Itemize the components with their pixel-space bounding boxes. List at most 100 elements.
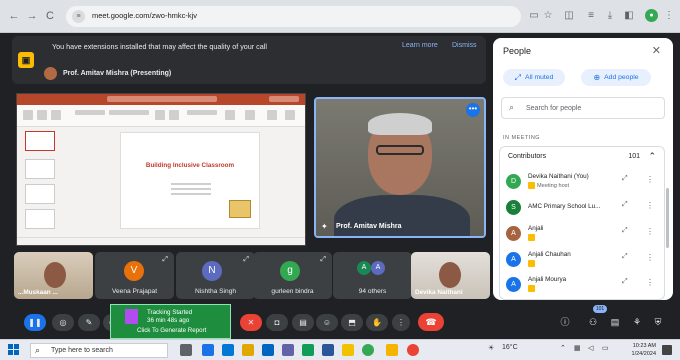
captions-icon[interactable]: ▤ [292, 314, 314, 331]
weather-icon[interactable]: ☀ [488, 344, 494, 352]
taskbar-search-placeholder: Type here to search [51, 347, 113, 354]
participant-name: Nishtha Singh [194, 288, 237, 295]
camera-icon[interactable]: ◘ [266, 314, 288, 331]
add-person-icon: ⊕ [593, 73, 601, 82]
host-badge-icon [528, 182, 535, 189]
profile-avatar[interactable]: ● [645, 9, 658, 22]
menu-icon[interactable]: ⋮ [662, 9, 676, 23]
more-options-icon[interactable]: ⋮ [646, 175, 654, 184]
add-people-button[interactable]: ⊕ Add people [581, 69, 651, 86]
emoji-icon[interactable]: ☺ [316, 314, 338, 331]
reload-icon[interactable]: C [42, 8, 58, 24]
weather-temp[interactable]: 16°C [502, 344, 518, 351]
mic-off-icon[interactable]: ⤢ [622, 253, 628, 261]
person-row[interactable]: S AMC Primary School Lu... ⤢ ⋮ [506, 197, 656, 221]
all-muted-button[interactable]: ⤢ All muted [503, 69, 565, 86]
network-icon[interactable]: ▦ [574, 344, 581, 352]
person-row[interactable]: A Anjali ⤢ ⋮ [506, 223, 656, 247]
others-tile[interactable]: A A 94 others [333, 252, 412, 299]
site-info-icon[interactable]: ≡ [72, 10, 85, 23]
app-icon[interactable] [342, 344, 354, 356]
raise-hand-icon[interactable]: ✋ [366, 314, 388, 331]
forward-icon[interactable]: → [24, 8, 40, 24]
close-icon[interactable]: ✕ [652, 44, 661, 57]
chat-icon[interactable]: ▤ [607, 314, 623, 330]
activities-icon[interactable]: ⚘ [629, 314, 645, 330]
more-options-icon[interactable]: ⋮ [392, 314, 410, 331]
volume-icon[interactable]: ◁ [588, 344, 593, 352]
battery-icon[interactable]: ▭ [602, 344, 609, 352]
host-controls-icon[interactable]: ⛨ [650, 314, 666, 330]
teams-icon[interactable] [282, 344, 294, 356]
app-icon[interactable] [302, 344, 314, 356]
pause-icon[interactable]: ❚❚ [24, 314, 46, 331]
mic-off-icon[interactable]: ⤢ [622, 175, 628, 183]
more-options-icon[interactable]: ⋮ [646, 253, 654, 262]
download-icon[interactable]: ⤓ [603, 9, 617, 23]
participant-tile[interactable]: Devika Naithani [411, 252, 490, 299]
pen-icon[interactable]: ✎ [78, 314, 100, 331]
participant-tile[interactable]: g ⤢ gurleen bindra [253, 252, 332, 299]
person-name: Anjali Chauhan [528, 251, 571, 258]
extensions-icon[interactable]: ◫ [562, 9, 576, 23]
speaker-hair [368, 113, 432, 135]
mic-off-icon[interactable]: ⤢ [622, 278, 628, 286]
person-row[interactable]: A Anjali Chauhan ⤢ ⋮ [506, 249, 656, 273]
person-avatar: S [506, 200, 521, 215]
chevron-up-icon[interactable]: ⌃ [648, 151, 656, 162]
slide-subtitle-line [171, 193, 211, 195]
contributors-group: Contributors 101 ⌃ D Devika Naithani (Yo… [499, 146, 665, 300]
star-icon[interactable]: ☆ [541, 9, 555, 23]
settings-icon[interactable]: ◎ [52, 314, 74, 331]
address-bar[interactable]: ≡ meet.google.com/zwo-hmkc-kjv [66, 6, 521, 27]
mic-off-icon[interactable]: ⤢ [622, 227, 628, 235]
generate-report-link[interactable]: Click To Generate Report [137, 327, 206, 334]
app-icon[interactable] [386, 344, 398, 356]
chevron-up-icon[interactable]: ⌃ [560, 344, 566, 352]
notification-icon[interactable] [662, 345, 672, 355]
panel-scrollbar[interactable] [666, 188, 669, 248]
present-icon[interactable]: ⬒ [341, 314, 363, 331]
store-icon[interactable] [262, 344, 274, 356]
mic-off-icon[interactable]: ⤢ [622, 201, 628, 209]
chrome-icon[interactable] [362, 344, 374, 356]
end-call-button[interactable]: ☎ [418, 313, 444, 331]
file-explorer-icon[interactable] [242, 344, 254, 356]
people-icon[interactable]: ⚇ [585, 314, 601, 330]
back-icon[interactable]: ← [6, 8, 22, 24]
more-options-icon[interactable]: ••• [466, 103, 480, 117]
reading-list-icon[interactable]: ≡ [584, 9, 598, 23]
slide-illustration [229, 200, 251, 218]
more-options-icon[interactable]: ⋮ [646, 278, 654, 287]
taskbar-clock[interactable]: 10:23 AM 1/24/2024 [630, 342, 656, 358]
slide-subtitle-line [171, 188, 211, 190]
chrome-icon[interactable] [407, 344, 419, 356]
more-options-icon[interactable]: ⋮ [646, 227, 654, 236]
slide-thumbnail [25, 159, 55, 179]
participant-tile[interactable]: V ⤢ Veena Prajapat [95, 252, 174, 299]
mic-off-icon[interactable]: ✕ [240, 314, 262, 331]
speaker-body [334, 195, 470, 236]
sidepanel-icon[interactable]: ◧ [622, 9, 636, 23]
speaker-tile[interactable]: ••• ✦ Prof. Amitav Mishra [314, 97, 486, 238]
learn-more-link[interactable]: Learn more [402, 42, 438, 49]
edge-icon[interactable] [222, 344, 234, 356]
person-row[interactable]: D Devika Naithani (You) Meeting host ⤢ ⋮ [506, 171, 656, 195]
person-role: Meeting host [528, 182, 569, 189]
in-meeting-label: IN MEETING [503, 135, 541, 141]
person-row[interactable]: A Anjali Mourya ⤢ ⋮ [506, 274, 656, 298]
participant-tile[interactable]: ...Muskaan ... [14, 252, 93, 299]
word-icon[interactable] [322, 344, 334, 356]
task-view-icon[interactable] [180, 344, 192, 356]
dismiss-button[interactable]: Dismiss [452, 42, 477, 49]
tracking-widget[interactable]: Tracking Started 36 min 48s ago Click To… [110, 304, 231, 339]
participant-tile[interactable]: N ⤢ Nishtha Singh [176, 252, 255, 299]
windows-start-icon[interactable] [8, 344, 20, 356]
people-search-input[interactable]: ⌕ Search for people [501, 97, 665, 119]
cast-icon[interactable]: ▭ [527, 9, 541, 23]
app-icon[interactable] [202, 344, 214, 356]
participant-avatar: V [124, 261, 144, 281]
info-icon[interactable]: ⓘ [557, 314, 573, 330]
taskbar-search-input[interactable]: ⌕ Type here to search [30, 343, 168, 358]
more-options-icon[interactable]: ⋮ [646, 201, 654, 210]
